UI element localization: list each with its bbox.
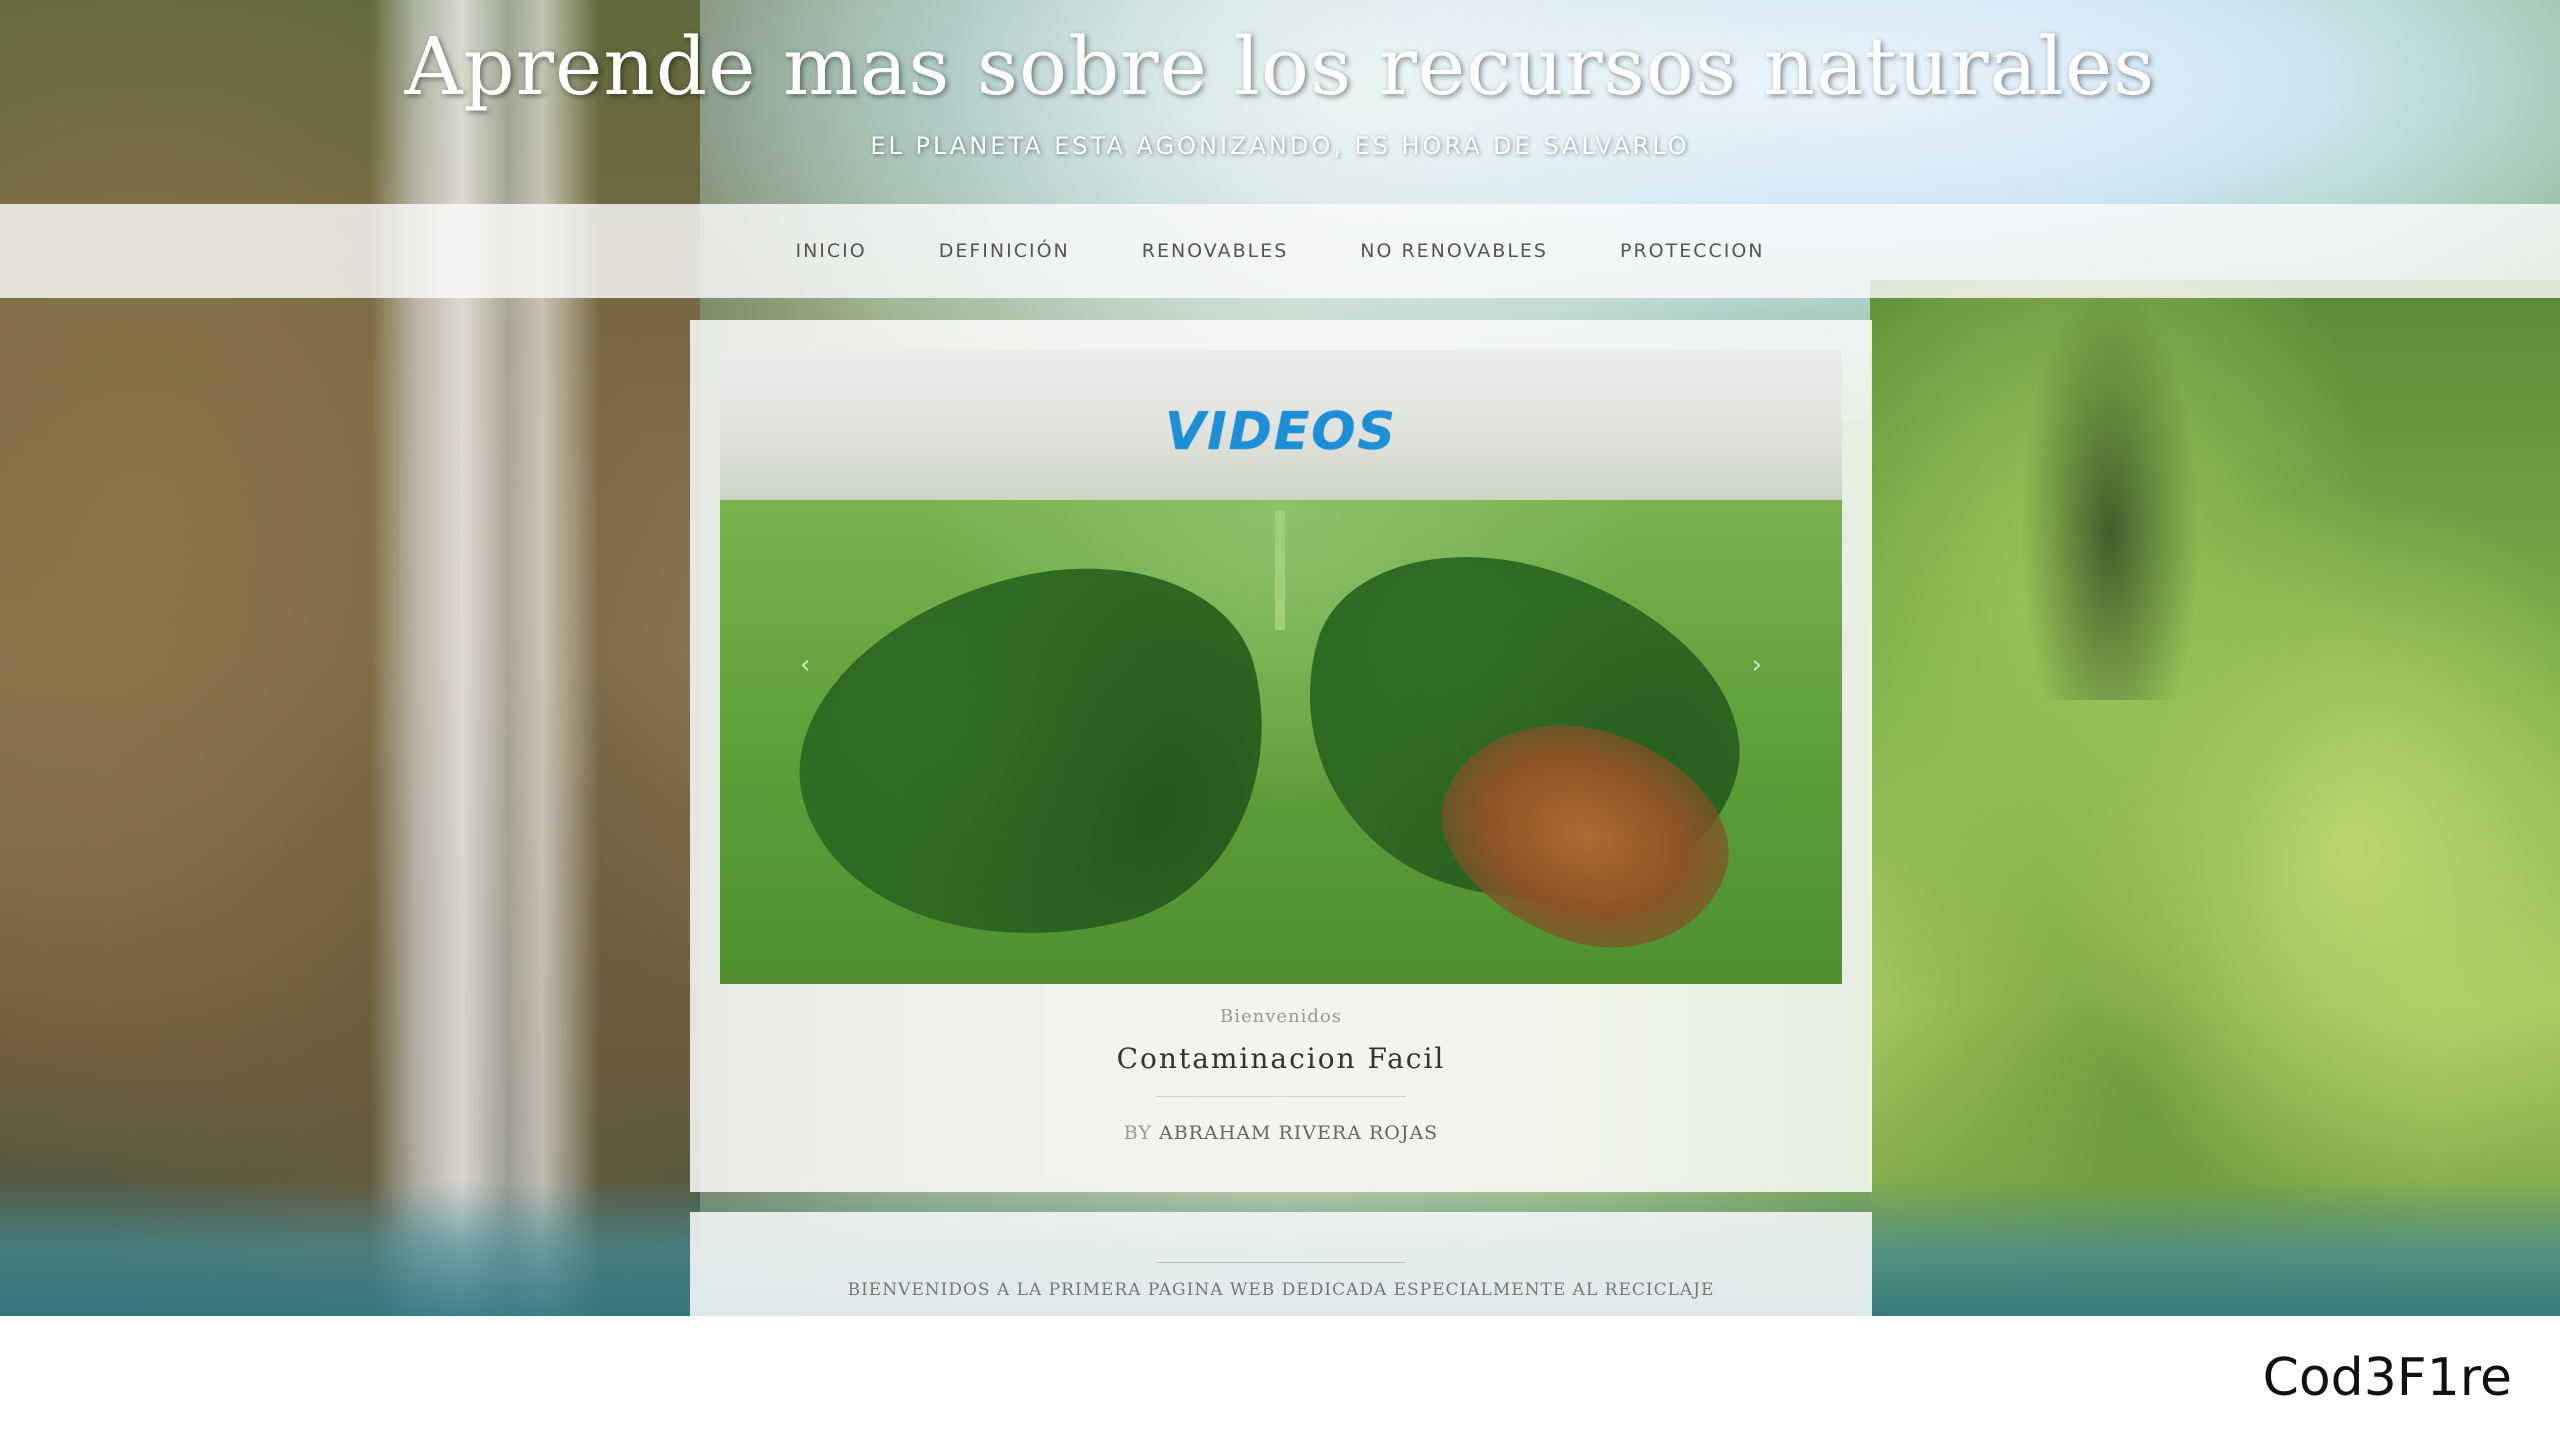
- post-category-link[interactable]: Bienvenidos: [690, 1006, 1872, 1027]
- welcome-card: BIENVENIDOS A LA PRIMERA PAGINA WEB DEDI…: [690, 1212, 1872, 1316]
- nav-item-no-renovables[interactable]: NO RENOVABLES: [1360, 240, 1548, 262]
- nav-item-proteccion[interactable]: PROTECCION: [1620, 240, 1765, 262]
- post-author-link[interactable]: ABRAHAM RIVERA ROJAS: [1159, 1122, 1438, 1144]
- featured-post-card: VIDEOS ‹ › Bienvenidos Contaminacion Fac…: [690, 320, 1872, 1192]
- watermark-text: Cod3F1re: [2262, 1348, 2512, 1408]
- nav-item-renovables[interactable]: RENOVABLES: [1142, 240, 1289, 262]
- nav-item-inicio[interactable]: INICIO: [795, 240, 866, 262]
- forest-image: [1870, 280, 2560, 1316]
- post-byline: BY ABRAHAM RIVERA ROJAS: [690, 1122, 1872, 1144]
- site-tagline: EL PLANETA ESTA AGONIZANDO, ES HORA DE S…: [870, 132, 1690, 160]
- byline-prefix: BY: [1123, 1122, 1152, 1144]
- site-header: Aprende mas sobre los recursos naturales…: [0, 0, 2560, 204]
- nav-item-definicion[interactable]: DEFINICIÓN: [939, 240, 1070, 262]
- welcome-text: BIENVENIDOS A LA PRIMERA PAGINA WEB DEDI…: [847, 1280, 1715, 1300]
- post-title-link[interactable]: Contaminacion Facil: [690, 1042, 1872, 1075]
- welcome-divider: [1156, 1262, 1406, 1263]
- videos-logo: VIDEOS: [1165, 402, 1397, 462]
- post-divider: [1156, 1096, 1406, 1097]
- featured-slider[interactable]: VIDEOS ‹ ›: [720, 350, 1842, 984]
- main-navigation: INICIO DEFINICIÓN RENOVABLES NO RENOVABL…: [0, 204, 2560, 298]
- page: Aprende mas sobre los recursos naturales…: [0, 0, 2560, 1440]
- pine-tree-image: [2020, 280, 2200, 700]
- slider-next-icon[interactable]: ›: [1752, 650, 1762, 680]
- background-scene: Aprende mas sobre los recursos naturales…: [0, 0, 2560, 1316]
- lung-trachea-shape: [1275, 510, 1285, 630]
- site-title[interactable]: Aprende mas sobre los recursos naturales: [0, 20, 2560, 113]
- slider-prev-icon[interactable]: ‹: [800, 650, 810, 680]
